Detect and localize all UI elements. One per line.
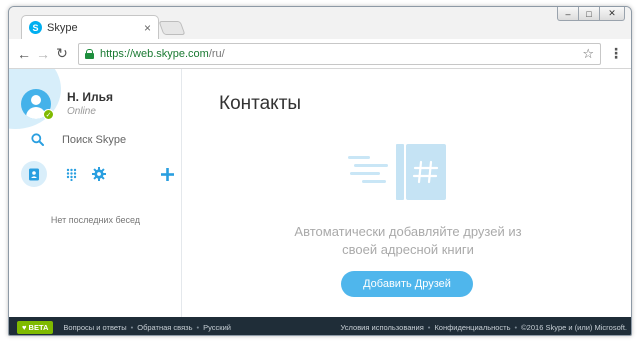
- footer-separator: •: [196, 322, 200, 332]
- privacy-link[interactable]: Конфиденциальность: [434, 323, 510, 332]
- url-path: /ru/: [208, 47, 225, 60]
- footer-separator: •: [130, 322, 134, 332]
- title-bar: S Skype × – □ ✕: [9, 7, 631, 39]
- search-icon: [31, 133, 44, 146]
- back-arrow-icon[interactable]: ←: [15, 46, 33, 62]
- lock-icon: [85, 48, 94, 59]
- reload-icon[interactable]: ↻: [53, 45, 71, 62]
- profile-status: Online: [67, 106, 96, 117]
- beta-label: BETA: [28, 322, 49, 332]
- footer-separator: •: [514, 322, 518, 332]
- bookmark-star-icon[interactable]: ☆: [582, 46, 594, 62]
- online-presence-icon: ✓: [43, 109, 54, 120]
- avatar-head: [31, 95, 41, 105]
- browser-window: S Skype × – □ ✕ ← → ↻ https://web.skype.…: [8, 6, 632, 336]
- window-controls: – □ ✕: [557, 7, 625, 21]
- skype-favicon-icon: S: [29, 21, 42, 34]
- maximize-button[interactable]: □: [578, 7, 600, 21]
- feedback-link[interactable]: Обратная связь: [137, 323, 192, 332]
- sidebar-icon-row: [21, 161, 174, 187]
- minimize-button[interactable]: –: [557, 7, 579, 21]
- url-host: https://web.skype.com: [100, 47, 209, 60]
- main-content: Контакты Автоматически добавляйте друзей…: [183, 69, 631, 317]
- footer-separator: •: [427, 322, 431, 332]
- settings-gear-icon[interactable]: [86, 161, 112, 187]
- beta-heart-icon: ♥: [22, 322, 27, 332]
- page-title: Контакты: [219, 93, 302, 114]
- skype-web-page: ✓ Н. Илья Online Поиск Skype Нет последн…: [9, 69, 631, 317]
- url-text: https://web.skype.com/ru/: [100, 48, 582, 60]
- contacts-book-icon[interactable]: [21, 161, 47, 187]
- page-footer: ♥ BETA Вопросы и ответы • Обратная связь…: [9, 317, 631, 335]
- new-tab-button[interactable]: [158, 21, 186, 35]
- forward-arrow-icon[interactable]: →: [34, 46, 52, 62]
- browser-toolbar: ← → ↻ https://web.skype.com/ru/ ☆ ⋮: [9, 39, 631, 69]
- tab-title: Skype: [47, 21, 78, 34]
- tab-close-icon[interactable]: ×: [144, 22, 151, 34]
- profile-name[interactable]: Н. Илья: [67, 90, 113, 104]
- faq-link[interactable]: Вопросы и ответы: [63, 323, 126, 332]
- browser-tab[interactable]: S Skype ×: [21, 15, 159, 39]
- address-bar[interactable]: https://web.skype.com/ru/ ☆: [78, 42, 601, 65]
- promo-line-1: Автоматически добавляйте друзей из: [294, 224, 522, 239]
- search-placeholder: Поиск Skype: [62, 133, 127, 146]
- close-window-button[interactable]: ✕: [599, 7, 625, 21]
- promo-text: Автоматически добавляйте друзей из своей…: [183, 223, 631, 259]
- sidebar: ✓ Н. Илья Online Поиск Skype Нет последн…: [9, 69, 182, 317]
- address-book-illustration-icon: [348, 144, 446, 200]
- dialpad-icon[interactable]: [58, 161, 84, 187]
- add-plus-icon[interactable]: [154, 161, 180, 187]
- add-friends-button[interactable]: Добавить Друзей: [341, 271, 473, 297]
- promo-line-2: своей адресной книги: [342, 242, 474, 257]
- no-recent-conversations: Нет последних бесед: [50, 215, 141, 225]
- language-link[interactable]: Русский: [203, 323, 231, 332]
- search-skype[interactable]: Поиск Skype: [31, 133, 126, 146]
- beta-badge: ♥ BETA: [17, 320, 54, 334]
- copyright-text: ©2016 Skype и (или) Microsoft.: [521, 322, 627, 332]
- browser-menu-icon[interactable]: ⋮: [607, 45, 625, 62]
- terms-link[interactable]: Условия использования: [341, 323, 424, 332]
